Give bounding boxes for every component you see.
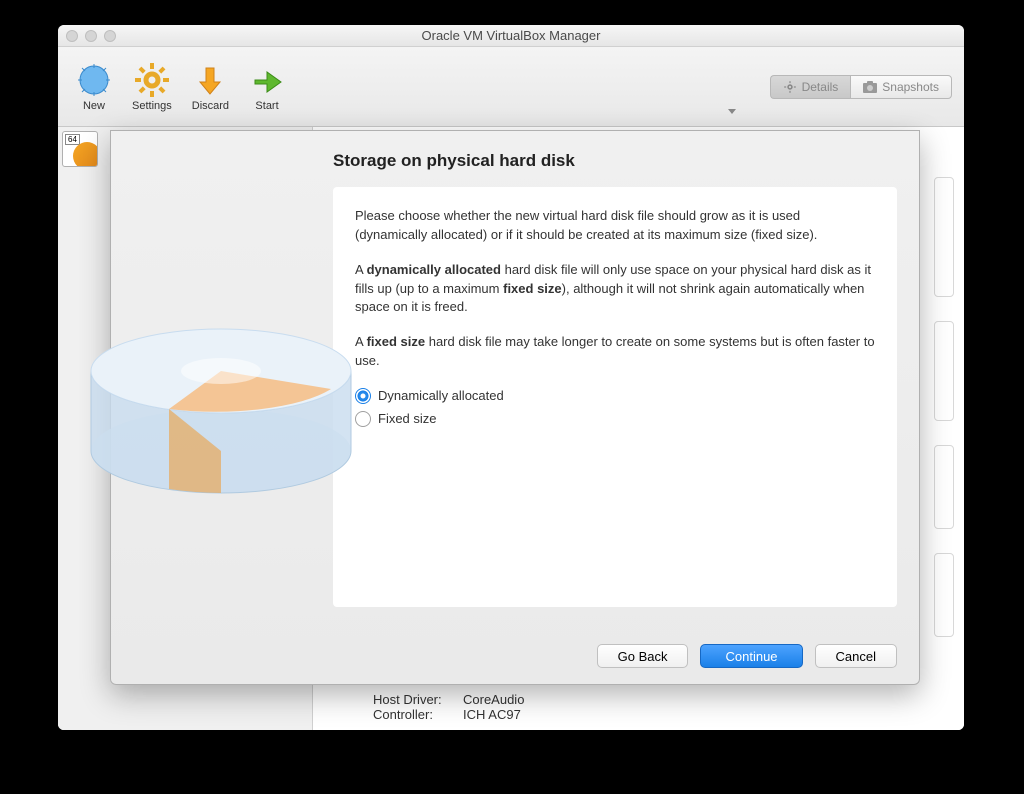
continue-button[interactable]: Continue — [700, 644, 802, 668]
dialog-body: Please choose whether the new virtual ha… — [333, 187, 897, 607]
tab-snapshots-label: Snapshots — [882, 80, 939, 94]
toolbar: New Settings Discard Start Details — [58, 47, 964, 127]
view-tabs: Details Snapshots — [770, 75, 952, 99]
camera-icon — [863, 81, 877, 93]
start-label: Start — [255, 100, 278, 112]
tab-snapshots[interactable]: Snapshots — [850, 75, 952, 99]
intro-text: Please choose whether the new virtual ha… — [355, 207, 875, 245]
traffic-lights — [66, 30, 116, 42]
storage-dialog: Storage on physical hard disk Please cho… — [110, 130, 920, 685]
new-icon — [76, 62, 112, 98]
settings-button[interactable]: Settings — [122, 58, 182, 116]
start-icon — [249, 62, 285, 98]
titlebar: Oracle VM VirtualBox Manager — [58, 25, 964, 47]
new-button[interactable]: New — [66, 58, 122, 116]
radio-fixed[interactable]: Fixed size — [355, 410, 875, 429]
settings-icon — [134, 62, 170, 98]
vm-arch-badge: 64 — [65, 134, 80, 145]
discard-button[interactable]: Discard — [182, 58, 239, 116]
controller-label: Controller: — [373, 707, 453, 722]
close-button[interactable] — [66, 30, 78, 42]
vm-list-item[interactable]: 64 — [62, 131, 98, 167]
discard-icon — [192, 62, 228, 98]
cancel-button[interactable]: Cancel — [815, 644, 897, 668]
discard-label: Discard — [192, 100, 229, 112]
host-driver-label: Host Driver: — [373, 692, 453, 707]
disk-illustration — [71, 231, 371, 511]
vm-os-icon — [73, 142, 98, 167]
window-title: Oracle VM VirtualBox Manager — [422, 28, 601, 43]
new-label: New — [83, 100, 105, 112]
radio-dynamic-label: Dynamically allocated — [378, 387, 504, 406]
gear-icon — [783, 80, 797, 94]
go-back-button[interactable]: Go Back — [597, 644, 689, 668]
start-button[interactable]: Start — [239, 58, 295, 116]
fixed-explanation: A fixed size hard disk file may take lon… — [355, 333, 875, 371]
settings-label: Settings — [132, 100, 172, 112]
controller-value: ICH AC97 — [463, 707, 521, 722]
start-dropdown-icon[interactable] — [728, 109, 736, 114]
audio-info: Host Driver: CoreAudio Controller: ICH A… — [373, 692, 524, 722]
radio-dynamic[interactable]: Dynamically allocated — [355, 387, 875, 406]
minimize-button[interactable] — [85, 30, 97, 42]
host-driver-value: CoreAudio — [463, 692, 524, 707]
radio-fixed-label: Fixed size — [378, 410, 437, 429]
zoom-button[interactable] — [104, 30, 116, 42]
tab-details-label: Details — [802, 80, 839, 94]
dialog-title: Storage on physical hard disk — [333, 151, 897, 171]
dynamic-explanation: A dynamically allocated hard disk file w… — [355, 261, 875, 318]
tab-details[interactable]: Details — [770, 75, 851, 99]
allocation-radio-group: Dynamically allocated Fixed size — [355, 387, 875, 429]
dialog-buttons: Go Back Continue Cancel — [597, 644, 897, 668]
